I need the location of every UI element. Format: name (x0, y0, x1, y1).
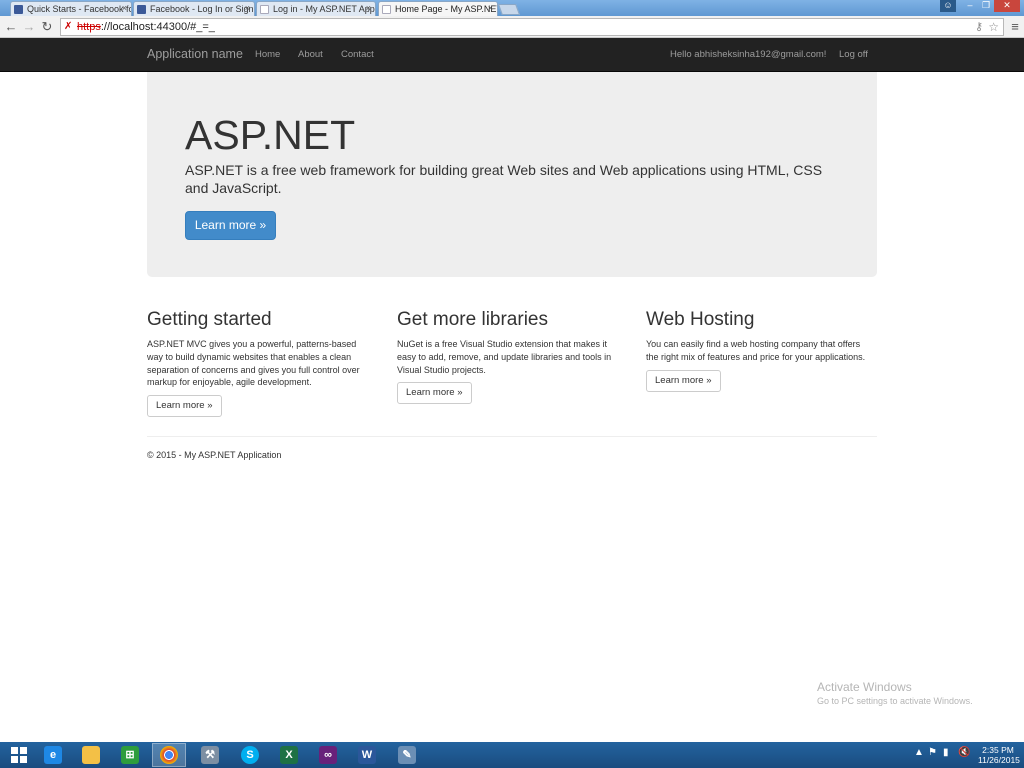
close-window-icon[interactable]: ✕ (994, 0, 1020, 12)
word-icon[interactable]: W (350, 743, 384, 767)
restore-icon[interactable]: ❐ (978, 0, 994, 12)
browser-tab-3[interactable]: Log in - My ASP.NET Appli × (256, 1, 376, 16)
menu-icon[interactable]: ≡ (1008, 19, 1022, 35)
learn-more-primary-button[interactable]: Learn more » (185, 211, 276, 240)
column-get-more-libraries: Get more libraries NuGet is a free Visua… (397, 308, 623, 405)
new-tab-button[interactable] (497, 4, 521, 15)
profile-icon[interactable]: ☺ (940, 0, 956, 12)
facebook-icon (137, 5, 146, 14)
logoff-link[interactable]: Log off (839, 49, 868, 60)
network-icon[interactable]: ▮ (943, 747, 949, 758)
browser-tab-strip: Quick Starts - Facebook fo × Facebook - … (0, 0, 1024, 16)
jumbotron-lead: ASP.NET is a free web framework for buil… (185, 162, 823, 196)
taskbar: e ⊞ ⚒ S X ∞ W ✎ ▲ ⚑ ▮ 🔇 (0, 742, 1024, 768)
site-navbar: Application name Home About Contact Hell… (0, 38, 1024, 72)
column-text: NuGet is a free Visual Studio extension … (397, 339, 612, 375)
jumbotron-title: ASP.NET (185, 112, 356, 158)
url-text: ://localhost:44300/#_=_ (100, 21, 215, 33)
browser-tab-4[interactable]: Home Page - My ASP.NET × (378, 1, 498, 16)
flag-icon[interactable]: ⚑ (928, 747, 937, 758)
activate-windows-subtitle: Go to PC settings to activate Windows. (817, 696, 973, 706)
column-web-hosting: Web Hosting You can easily find a web ho… (646, 308, 872, 392)
close-icon[interactable]: × (488, 3, 493, 13)
column-title: Web Hosting (646, 309, 755, 330)
bookmark-star-icon[interactable]: ☆ (988, 19, 999, 35)
learn-more-button[interactable]: Learn more » (147, 395, 222, 418)
store-icon[interactable]: ⊞ (113, 743, 147, 767)
clock-time: 2:35 PM (982, 745, 1014, 755)
tray-expand-icon[interactable]: ▲ (914, 747, 924, 758)
column-title: Getting started (147, 309, 272, 330)
excel-icon[interactable]: X (272, 743, 306, 767)
clock-date: 11/26/2015 (978, 755, 1020, 765)
column-text: You can easily find a web hosting compan… (646, 339, 866, 362)
brand-link[interactable]: Application name (147, 47, 243, 61)
insecure-lock-icon[interactable]: ✗ (64, 21, 75, 32)
column-getting-started: Getting started ASP.NET MVC gives you a … (147, 308, 373, 418)
close-icon[interactable]: × (245, 3, 250, 13)
forward-icon[interactable]: → (21, 19, 37, 35)
learn-more-button[interactable]: Learn more » (646, 369, 721, 392)
tools-icon[interactable]: ⚒ (193, 743, 227, 767)
user-greeting-link[interactable]: Hello abhisheksinha192@gmail.com! (670, 49, 826, 60)
browser-tab-2[interactable]: Facebook - Log In or Sign × (133, 1, 255, 16)
nav-home[interactable]: Home (255, 49, 280, 60)
reload-icon[interactable]: ↻ (39, 19, 55, 35)
footer-text: © 2015 - My ASP.NET Application (147, 450, 282, 460)
close-icon[interactable]: × (366, 3, 371, 13)
skype-icon[interactable]: S (233, 743, 267, 767)
learn-more-button[interactable]: Learn more » (397, 382, 472, 405)
back-icon[interactable]: ← (3, 19, 19, 35)
taskbar-clock[interactable]: 2:35 PM 11/26/2015 (978, 745, 1020, 765)
activate-windows-title: Activate Windows (817, 680, 912, 694)
visual-studio-icon[interactable]: ∞ (311, 743, 345, 767)
browser-toolbar: ← → ↻ ✗ https://localhost:44300/#_=_ ⚷ ☆… (0, 16, 1024, 38)
page-icon (260, 5, 269, 14)
close-icon[interactable]: × (122, 3, 127, 13)
windows-logo-icon (11, 747, 27, 763)
url-scheme: https (77, 21, 101, 33)
paint-icon[interactable]: ✎ (390, 743, 424, 767)
tab-label: Log in - My ASP.NET Appli (273, 4, 376, 14)
start-button[interactable] (2, 743, 36, 767)
nav-about[interactable]: About (298, 49, 323, 60)
tab-label: Home Page - My ASP.NET (395, 4, 498, 14)
tab-label: Quick Starts - Facebook fo (27, 4, 132, 14)
key-icon[interactable]: ⚷ (975, 19, 983, 35)
browser-tab-1[interactable]: Quick Starts - Facebook fo × (10, 1, 132, 16)
address-bar[interactable]: ✗ https://localhost:44300/#_=_ ⚷ ☆ (60, 18, 1004, 36)
facebook-icon (14, 5, 23, 14)
tab-label: Facebook - Log In or Sign (150, 4, 254, 14)
chrome-icon[interactable] (152, 743, 186, 767)
nav-contact[interactable]: Contact (341, 49, 374, 60)
minimize-icon[interactable]: – (962, 0, 978, 12)
ie-icon[interactable]: e (36, 743, 70, 767)
jumbotron: ASP.NET ASP.NET is a free web framework … (147, 72, 877, 277)
footer-divider (147, 436, 877, 437)
volume-icon[interactable]: 🔇 (958, 747, 970, 758)
column-text: ASP.NET MVC gives you a powerful, patter… (147, 339, 360, 388)
column-title: Get more libraries (397, 309, 548, 330)
page-icon (382, 5, 391, 14)
explorer-icon[interactable] (74, 743, 108, 767)
